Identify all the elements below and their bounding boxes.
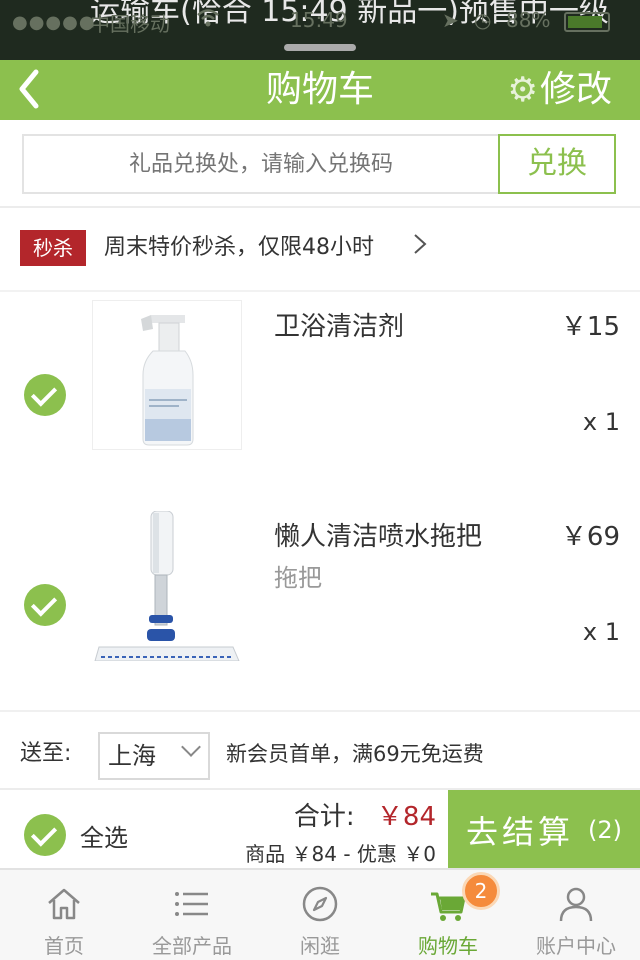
back-button[interactable] — [14, 64, 54, 116]
spray-bottle-image[interactable] — [92, 300, 242, 450]
chevron-right-icon — [412, 230, 428, 266]
chevron-left-icon — [19, 69, 39, 109]
flash-sale-banner[interactable]: 秒杀 周末特价秒杀，仅限48小时 — [0, 208, 640, 290]
battery-icon — [564, 12, 610, 32]
gear-icon: ⚙ — [507, 70, 538, 110]
price-breakdown: 商品 ￥84 - 优惠 ￥0 — [245, 842, 436, 866]
tab-home[interactable]: 首页 — [0, 870, 128, 960]
city-select[interactable]: 上海 — [98, 732, 210, 780]
gift-code-input[interactable] — [22, 134, 500, 194]
gift-code-row: 兑换 — [0, 120, 640, 206]
tab-account[interactable]: 账户中心 — [512, 870, 640, 960]
item-checkbox[interactable] — [24, 374, 66, 416]
user-icon — [559, 887, 593, 922]
spray-mop-image[interactable] — [92, 510, 242, 662]
list-icon — [175, 892, 208, 916]
status-time: 15:49 — [290, 8, 348, 32]
tab-all-products[interactable]: 全部产品 — [128, 870, 256, 960]
tab-label: 购物车 — [418, 934, 478, 958]
item-price: ￥15 — [560, 312, 620, 342]
total-label: 合计: — [293, 802, 355, 832]
delivery-label: 送至: — [20, 741, 72, 766]
item-quantity[interactable]: x 1 — [583, 618, 620, 646]
status-bar: 运输车(恰合 15:49 新品一)预售中一级 ●●●●● 中国移动 15:49 … — [0, 0, 640, 60]
city-select-value: 上海 — [108, 742, 156, 770]
alarm-icon: ◷ — [474, 8, 492, 32]
delivery-row: 送至: 上海 新会员首单，满69元免运费 — [0, 712, 640, 788]
chevron-down-icon — [181, 737, 201, 757]
shipping-note: 新会员首单，满69元免运费 — [226, 742, 484, 766]
compass-icon — [302, 886, 338, 922]
total-line: 合计: ￥84 — [294, 796, 436, 833]
signal-dots-icon: ●●●●● — [12, 12, 96, 33]
edit-label: 修改 — [539, 69, 612, 110]
flash-sale-badge: 秒杀 — [20, 230, 86, 266]
item-price: ￥69 — [560, 522, 620, 552]
tab-label: 闲逛 — [300, 934, 340, 958]
checkout-button-label: 去结算 — [465, 813, 574, 851]
cart-count-badge: 2 — [462, 872, 500, 910]
tab-label: 全部产品 — [152, 934, 232, 958]
notification-pull-handle[interactable] — [284, 44, 356, 51]
item-name[interactable]: 卫浴清洁剂 — [274, 306, 404, 343]
cart-item[interactable]: 卫浴清洁剂 ￥15 x 1 — [0, 292, 640, 502]
tab-label: 账户中心 — [536, 934, 616, 958]
tab-label: 首页 — [44, 934, 84, 958]
redeem-button[interactable]: 兑换 — [498, 134, 616, 194]
checkout-button[interactable]: 去结算 (2) — [448, 790, 640, 870]
item-checkbox[interactable] — [24, 584, 66, 626]
edit-button[interactable]: ⚙ 修改 — [508, 60, 613, 120]
carrier-label: 中国移动 — [90, 12, 170, 36]
total-value: ￥84 — [376, 802, 436, 832]
select-all-checkbox[interactable] — [24, 814, 66, 856]
location-icon: ➤ — [442, 8, 459, 32]
tab-bar: 首页 全部产品 闲逛 购物车 账户中心 — [0, 868, 640, 960]
select-all-label[interactable]: 全选 — [80, 818, 128, 853]
tab-browse[interactable]: 闲逛 — [256, 870, 384, 960]
checkout-bar: 全选 合计: ￥84 商品 ￥84 - 优惠 ￥0 去结算 (2) — [0, 788, 640, 870]
battery-percent: 88% — [506, 8, 551, 32]
nav-bar: 购物车 ⚙ 修改 — [0, 60, 640, 120]
checkout-item-count: (2) — [588, 816, 622, 844]
cart-item[interactable]: 懒人清洁喷水拖把 拖把 ￥69 x 1 — [0, 502, 640, 712]
home-icon — [48, 888, 80, 920]
flash-sale-text: 周末特价秒杀，仅限48小时 — [104, 235, 374, 260]
item-quantity[interactable]: x 1 — [583, 408, 620, 436]
item-name[interactable]: 懒人清洁喷水拖把 — [274, 516, 482, 553]
item-subtitle: 拖把 — [274, 564, 322, 592]
wifi-icon — [196, 8, 220, 33]
